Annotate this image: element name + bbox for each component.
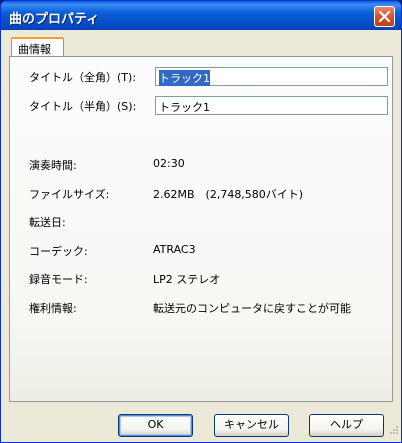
window-title: 曲のプロパティ	[9, 12, 100, 27]
tab-label: 曲情報	[18, 43, 51, 56]
close-button[interactable]	[374, 6, 395, 27]
track-info-panel: タイトル（全角）(T): トラック1 タイトル（半角）(S): トラック1 演奏…	[9, 56, 393, 402]
properties-dialog: 曲のプロパティ 曲情報 タイトル（全角）(T): トラック1 タイトル（半角）(…	[0, 0, 402, 443]
duration-label: 演奏時間:	[29, 159, 77, 172]
rights-label: 権利情報:	[29, 302, 77, 315]
cancel-button-label: キャンセル	[224, 418, 279, 431]
recording-mode-label: 録音モード:	[29, 273, 88, 286]
title-full-value: トラック1	[159, 70, 210, 86]
title-half-value: トラック1	[159, 101, 210, 114]
recording-mode-value: LP2 ステレオ	[153, 273, 221, 286]
rights-value: 転送元のコンピュータに戻すことが可能	[153, 302, 351, 315]
resize-grip-icon[interactable]	[388, 426, 399, 437]
cancel-button[interactable]: キャンセル	[214, 414, 289, 437]
title-bar[interactable]: 曲のプロパティ	[1, 1, 401, 30]
close-icon	[379, 11, 390, 22]
filesize-label: ファイルサイズ:	[29, 188, 110, 201]
filesize-value: 2.62MB (2,748,580バイト)	[153, 188, 304, 201]
duration-value: 02:30	[153, 157, 185, 170]
title-half-input[interactable]: トラック1	[155, 96, 388, 115]
title-half-label: タイトル（半角）(S):	[29, 100, 137, 113]
ok-button[interactable]: OK	[118, 414, 193, 437]
title-full-input[interactable]: トラック1	[155, 67, 388, 86]
title-full-label: タイトル（全角）(T):	[29, 71, 137, 84]
help-button-label: ヘルプ	[330, 418, 363, 431]
tab-track-info[interactable]: 曲情報	[11, 37, 64, 57]
ok-button-label: OK	[147, 418, 164, 431]
codec-label: コーデック:	[29, 245, 88, 258]
help-button[interactable]: ヘルプ	[309, 414, 384, 437]
codec-value: ATRAC3	[153, 243, 196, 256]
transfer-date-label: 転送日:	[29, 216, 66, 229]
dialog-body: 曲情報 タイトル（全角）(T): トラック1 タイトル（半角）(S): トラック…	[5, 30, 399, 440]
